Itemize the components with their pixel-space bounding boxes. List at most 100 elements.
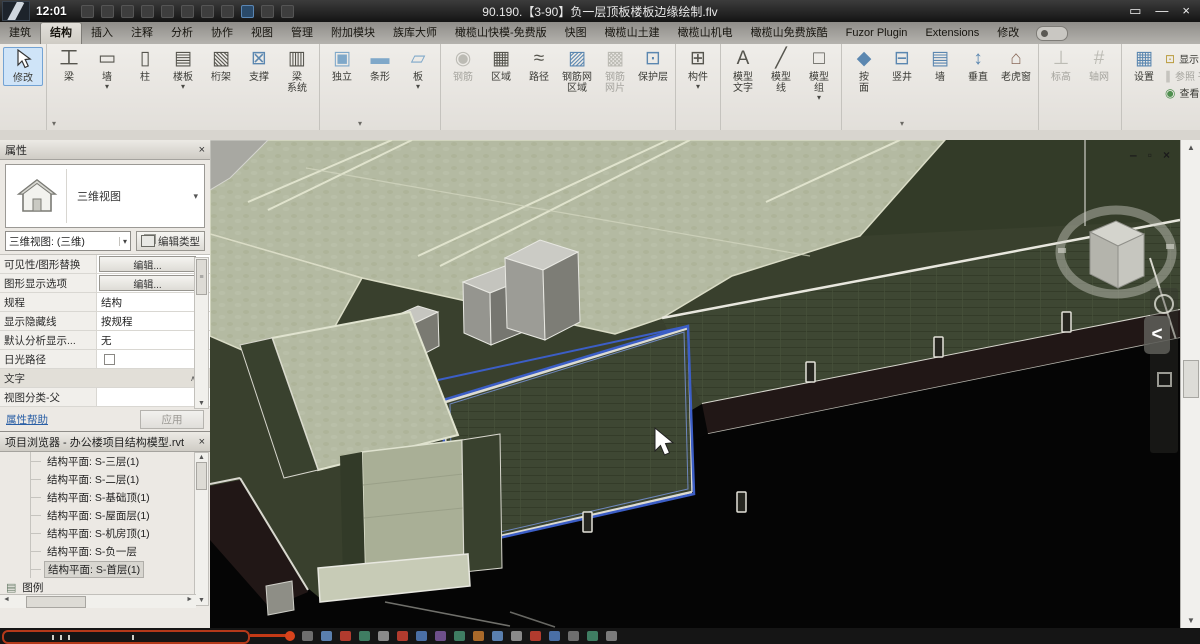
taskbar-app-icon[interactable] (473, 631, 484, 641)
tool-strip-button[interactable]: ▬条形 (361, 47, 399, 84)
ribbon-tab-4[interactable]: 注释 (122, 23, 162, 44)
taskbar-app-icon[interactable] (359, 631, 370, 641)
tool-truss-button[interactable]: ▧桁架 (202, 47, 240, 84)
quick-access-icon[interactable] (161, 5, 174, 18)
type-selector-preview[interactable]: 三维视图 ▾ (5, 164, 205, 228)
ribbon-tab-1[interactable]: 建筑 (0, 23, 40, 44)
quick-access-icon[interactable] (241, 5, 254, 18)
ribbon-tab-18[interactable]: 修改 (988, 23, 1028, 44)
tool-floor-button[interactable]: ▤楼板▾ (164, 47, 202, 91)
tool-beam-button[interactable]: 工梁 (50, 47, 88, 84)
checkbox[interactable] (104, 354, 115, 365)
viewport-scrollbar[interactable]: ▲ ▼ (1180, 140, 1200, 628)
taskbar-app-icon[interactable] (378, 631, 389, 641)
taskbar-app-icon[interactable] (302, 631, 313, 641)
tool-model_line-button[interactable]: ╱模型 线 (762, 47, 800, 95)
chevron-down-icon[interactable]: ▾ (696, 83, 700, 90)
taskbar-app-icon[interactable] (492, 631, 503, 641)
taskbar-app-icon[interactable] (511, 631, 522, 641)
ribbon-tab-8[interactable]: 管理 (282, 23, 322, 44)
tool-viewer-button[interactable]: ◉查看器 (1165, 85, 1200, 100)
quick-access-icon[interactable] (281, 5, 294, 18)
tool-column-button[interactable]: ▯柱 (126, 47, 164, 84)
scrollbar-thumb[interactable]: ≡ (196, 259, 207, 295)
scrollbar-thumb[interactable] (1183, 360, 1199, 398)
ribbon-tab-7[interactable]: 视图 (242, 23, 282, 44)
edit-button[interactable]: 编辑... (99, 256, 196, 272)
scroll-down-icon[interactable]: ▼ (1181, 616, 1200, 625)
taskbar-app-icon[interactable] (340, 631, 351, 641)
scroll-up-icon[interactable]: ▲ (1181, 143, 1200, 152)
ribbon-tab-14[interactable]: 橄榄山机电 (669, 23, 742, 44)
edit-type-button[interactable]: 编辑类型 (136, 231, 205, 251)
tool-area-button[interactable]: ▦区域 (482, 47, 520, 84)
properties-help-link[interactable]: 属性帮助 (6, 412, 48, 427)
tool-model_group-button[interactable]: □模型 组▾ (800, 47, 838, 102)
tool-brace-button[interactable]: ⊠支撑 (240, 47, 278, 84)
quick-access-icon[interactable] (81, 5, 94, 18)
panel-dropdown-icon[interactable]: ▾ (900, 119, 904, 128)
browser-horizontal-scrollbar[interactable]: ◄ ► (0, 594, 196, 608)
browser-item[interactable]: 结构平面: S-二层(1) (0, 470, 210, 488)
browser-item[interactable]: 结构平面: S-屋面层(1) (0, 506, 210, 524)
zoom-tool-icon[interactable] (1157, 372, 1172, 387)
taskbar-app-icon[interactable] (568, 631, 579, 641)
tool-beamsys-button[interactable]: ▥梁 系统 (278, 47, 316, 95)
taskbar-app-icon[interactable] (549, 631, 560, 641)
restore-window-button[interactable]: ▭ (1129, 1, 1141, 21)
ribbon-tab-5[interactable]: 分析 (162, 23, 202, 44)
properties-scrollbar[interactable]: ≡ ▼ (194, 257, 209, 409)
quick-access-icon[interactable] (261, 5, 274, 18)
ribbon-tab-10[interactable]: 族库大师 (384, 23, 446, 44)
close-window-button[interactable]: × (1182, 1, 1190, 21)
tool-cursor-button[interactable]: 修改 (3, 47, 43, 86)
tool-wall-button[interactable]: ▭墙▾ (88, 47, 126, 91)
taskbar-app-icon[interactable] (587, 631, 598, 641)
ribbon-tab-6[interactable]: 协作 (202, 23, 242, 44)
minimize-window-button[interactable]: — (1155, 1, 1168, 21)
taskbar-app-icon[interactable] (606, 631, 617, 641)
ribbon-tab-3[interactable]: 插入 (82, 23, 122, 44)
quick-access-icon[interactable] (221, 5, 234, 18)
taskbar-app-icon[interactable] (530, 631, 541, 641)
quick-access-icon[interactable] (201, 5, 214, 18)
drawing-area-3d-view[interactable]: ‒ ▫ × < (210, 140, 1180, 628)
ribbon-tab-9[interactable]: 附加模块 (322, 23, 384, 44)
chevron-down-icon[interactable]: ▾ (105, 83, 109, 90)
tool-vertical-button[interactable]: ↕垂直 (959, 47, 997, 84)
taskbar-app-icon[interactable] (321, 631, 332, 641)
chevron-down-icon[interactable]: ▾ (416, 83, 420, 90)
tool-slab-button[interactable]: ▱板▾ (399, 47, 437, 91)
tool-show-button[interactable]: ⊡显示 (1165, 51, 1200, 66)
ribbon-tab-2[interactable]: 结构 (40, 22, 82, 44)
steering-wheel-icon[interactable] (1154, 294, 1174, 314)
browser-item[interactable]: 结构平面: S-三层(1) (0, 452, 210, 470)
chevron-down-icon[interactable]: ▾ (181, 83, 185, 90)
browser-item[interactable]: 结构平面: S-机房顶(1) (0, 524, 210, 542)
browser-item[interactable]: 结构平面: S-基础顶(1) (0, 488, 210, 506)
chevron-down-icon[interactable]: ▾ (817, 94, 821, 101)
scrollbar-thumb[interactable] (26, 596, 86, 608)
video-seek-track[interactable] (2, 630, 250, 644)
taskbar-app-icon[interactable] (435, 631, 446, 641)
tool-isolated-button[interactable]: ▣独立 (323, 47, 361, 84)
view-minimize-button[interactable]: ‒ (1130, 148, 1137, 162)
panel-dropdown-icon[interactable]: ▾ (52, 119, 56, 128)
tool-set_workplane-button[interactable]: ▦设置 (1125, 47, 1163, 84)
ribbon-display-toggle[interactable] (1036, 26, 1068, 41)
scroll-right-icon[interactable]: ► (186, 596, 193, 603)
quick-access-icon[interactable] (101, 5, 114, 18)
ribbon-tab-13[interactable]: 橄榄山土建 (596, 23, 669, 44)
view-restore-button[interactable]: ▫ (1148, 148, 1152, 162)
scroll-down-icon[interactable]: ▼ (195, 400, 208, 407)
video-back-overlay-button[interactable]: < (1144, 316, 1170, 354)
tool-by_face-button[interactable]: ◆按 面 (845, 47, 883, 95)
apply-button[interactable]: 应用 (140, 410, 204, 429)
quick-access-icon[interactable] (141, 5, 154, 18)
ribbon-tab-12[interactable]: 快图 (556, 23, 596, 44)
taskbar-app-icon[interactable] (454, 631, 465, 641)
browser-item[interactable]: 结构平面: S-负一层 (0, 542, 210, 560)
scrollbar-thumb[interactable] (196, 462, 207, 490)
quick-access-icon[interactable] (181, 5, 194, 18)
tool-component-button[interactable]: ⊞构件▾ (679, 47, 717, 91)
